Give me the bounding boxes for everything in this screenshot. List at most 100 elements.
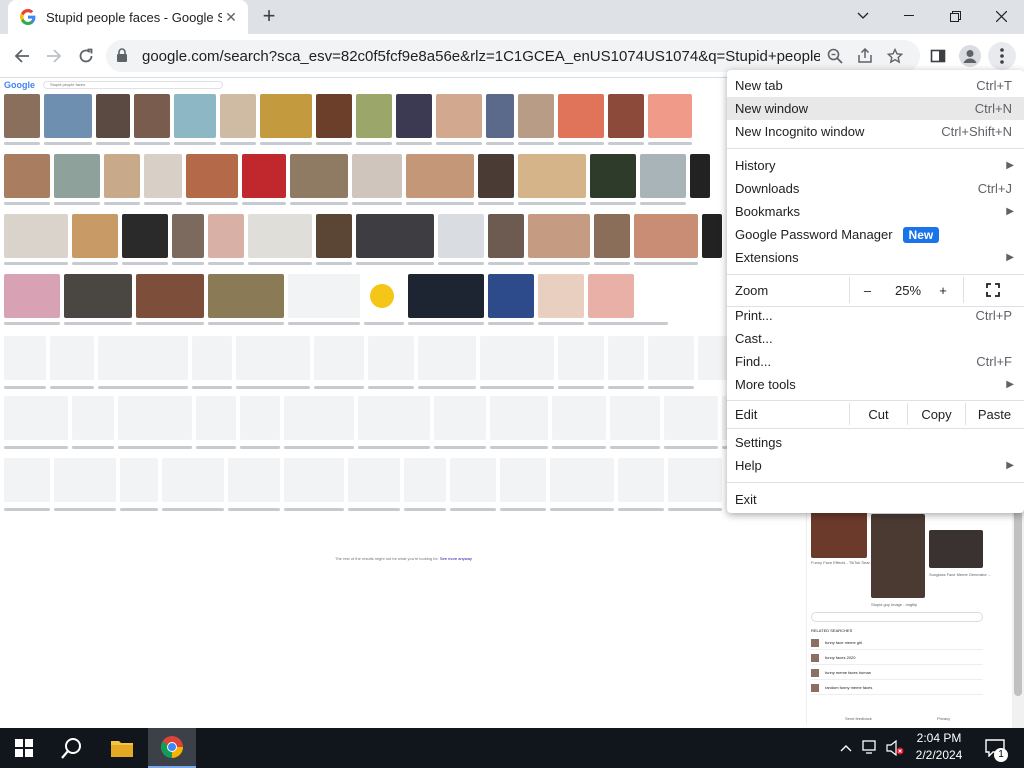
back-arrow-icon[interactable]: [8, 42, 36, 70]
image-placeholder[interactable]: [120, 458, 158, 502]
related-search-item[interactable]: random funny meme faces: [811, 681, 983, 695]
image-result[interactable]: [538, 274, 584, 318]
image-result[interactable]: [172, 214, 204, 258]
related-search-item[interactable]: funny faces 2020: [811, 651, 983, 665]
image-result[interactable]: [588, 274, 634, 318]
image-result[interactable]: [408, 274, 484, 318]
image-placeholder[interactable]: [236, 336, 310, 380]
image-result[interactable]: [96, 94, 130, 138]
image-placeholder[interactable]: [610, 396, 660, 440]
image-placeholder[interactable]: [664, 396, 718, 440]
image-placeholder[interactable]: [50, 336, 94, 380]
image-result[interactable]: [290, 154, 348, 198]
minimize-button[interactable]: [886, 0, 932, 32]
image-placeholder[interactable]: [648, 336, 694, 380]
related-search-item[interactable]: funny meme faces human: [811, 666, 983, 680]
image-placeholder[interactable]: [434, 396, 486, 440]
image-placeholder[interactable]: [4, 336, 46, 380]
image-result[interactable]: [288, 274, 360, 318]
zoom-out-button[interactable]: –: [849, 277, 885, 303]
image-result[interactable]: [44, 94, 92, 138]
menu-extensions[interactable]: Extensions ▶: [727, 246, 1024, 269]
image-placeholder[interactable]: [450, 458, 496, 502]
image-result[interactable]: [4, 214, 68, 258]
menu-downloads[interactable]: Downloads Ctrl+J: [727, 177, 1024, 200]
menu-print[interactable]: Print... Ctrl+P: [727, 304, 1024, 327]
image-result[interactable]: [518, 94, 554, 138]
menu-history[interactable]: History ▶: [727, 154, 1024, 177]
mini-search-box[interactable]: Stupid people faces: [43, 81, 223, 89]
tray-chevron-up-icon[interactable]: [836, 728, 856, 768]
image-result[interactable]: [518, 154, 586, 198]
menu-settings[interactable]: Settings: [727, 431, 1024, 454]
image-result[interactable]: [488, 214, 524, 258]
image-result[interactable]: [702, 214, 722, 258]
image-result[interactable]: [690, 154, 710, 198]
image-result[interactable]: [4, 154, 50, 198]
menu-new-window[interactable]: New window Ctrl+N: [727, 97, 1024, 120]
menu-new-incognito-window[interactable]: New Incognito window Ctrl+Shift+N: [727, 120, 1024, 143]
image-result[interactable]: [438, 214, 484, 258]
more-results-bar[interactable]: [811, 612, 983, 622]
image-result[interactable]: [648, 94, 692, 138]
image-placeholder[interactable]: [98, 336, 188, 380]
menu-exit[interactable]: Exit: [727, 488, 1024, 511]
image-placeholder[interactable]: [72, 396, 114, 440]
image-result[interactable]: [528, 214, 590, 258]
tab-search-chevron-icon[interactable]: [840, 0, 886, 32]
image-result[interactable]: [488, 274, 534, 318]
image-result[interactable]: [208, 274, 284, 318]
image-result[interactable]: [478, 154, 514, 198]
preview-image[interactable]: [871, 514, 925, 598]
image-placeholder[interactable]: [118, 396, 192, 440]
zoom-in-button[interactable]: +: [931, 277, 955, 303]
image-placeholder[interactable]: [358, 396, 430, 440]
preview-caption[interactable]: Funny Face Effects - TikTok Sear...: [811, 560, 873, 565]
preview-image[interactable]: [811, 512, 867, 558]
tab-close-icon[interactable]: ✕: [222, 8, 240, 26]
image-placeholder[interactable]: [404, 458, 446, 502]
image-result[interactable]: [248, 214, 312, 258]
image-result[interactable]: [134, 94, 170, 138]
image-placeholder[interactable]: [54, 458, 116, 502]
image-result[interactable]: [594, 214, 630, 258]
kebab-menu-icon[interactable]: [988, 42, 1016, 70]
new-tab-button[interactable]: +: [258, 5, 280, 28]
image-result[interactable]: [242, 154, 286, 198]
image-placeholder[interactable]: [552, 396, 606, 440]
image-result[interactable]: [590, 154, 636, 198]
image-placeholder[interactable]: [500, 458, 546, 502]
chrome-taskbar-icon[interactable]: [148, 728, 196, 768]
preview-image[interactable]: [929, 530, 983, 568]
image-result[interactable]: [316, 94, 352, 138]
system-clock[interactable]: 2:04 PM 2/2/2024: [908, 730, 970, 766]
image-result[interactable]: [4, 274, 60, 318]
fullscreen-icon[interactable]: [963, 277, 1021, 303]
url-text[interactable]: google.com/search?sca_esv=82c0f5fcf9e8a5…: [142, 48, 820, 65]
image-result[interactable]: [640, 154, 686, 198]
menu-new-tab[interactable]: New tab Ctrl+T: [727, 74, 1024, 97]
image-result[interactable]: [54, 154, 100, 198]
see-more-link[interactable]: See more anyway: [440, 556, 472, 561]
menu-cast[interactable]: Cast...: [727, 327, 1024, 350]
close-window-button[interactable]: [978, 0, 1024, 32]
menu-more-tools[interactable]: More tools ▶: [727, 373, 1024, 396]
image-placeholder[interactable]: [368, 336, 414, 380]
file-explorer-icon[interactable]: [98, 728, 146, 768]
paste-button[interactable]: Paste: [965, 403, 1023, 425]
restore-button[interactable]: [932, 0, 978, 32]
menu-help[interactable]: Help ▶: [727, 454, 1024, 477]
image-placeholder[interactable]: [196, 396, 236, 440]
image-result[interactable]: [72, 214, 118, 258]
image-placeholder[interactable]: [284, 396, 354, 440]
image-result[interactable]: [608, 94, 644, 138]
reload-icon[interactable]: [72, 42, 100, 70]
lock-icon[interactable]: [116, 47, 132, 65]
menu-bookmarks[interactable]: Bookmarks ▶: [727, 200, 1024, 223]
zoom-search-icon[interactable]: [820, 42, 850, 70]
image-result[interactable]: [634, 214, 698, 258]
image-result[interactable]: [260, 94, 312, 138]
image-placeholder[interactable]: [192, 336, 232, 380]
side-panel-icon[interactable]: [924, 42, 952, 70]
image-result[interactable]: [356, 214, 434, 258]
